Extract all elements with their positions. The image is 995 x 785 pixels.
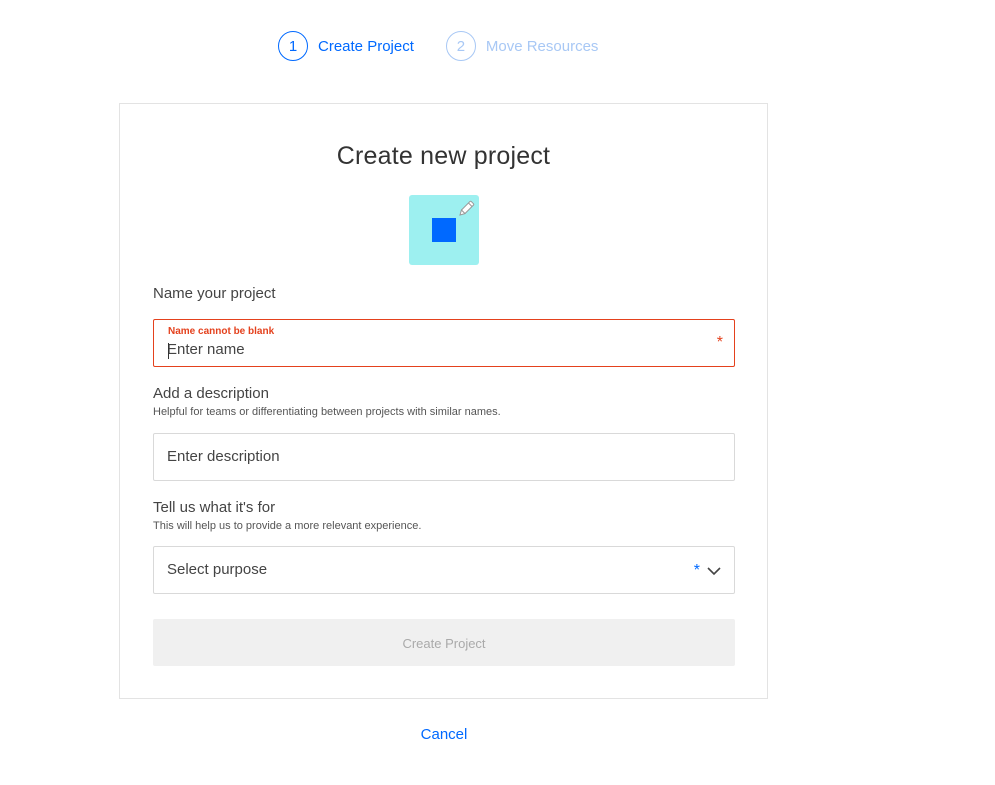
description-field [153, 433, 735, 481]
pencil-icon [459, 200, 475, 216]
text-caret [168, 343, 169, 359]
project-name-field: Name cannot be blank * [153, 319, 735, 367]
step-move-resources[interactable]: 2 Move Resources [445, 31, 599, 61]
purpose-select[interactable]: Select purpose * [153, 546, 735, 594]
create-project-button[interactable]: Create Project [153, 619, 735, 666]
name-error-message: Name cannot be blank [168, 326, 275, 337]
chevron-down-icon [707, 567, 721, 576]
stepper: 1 Create Project 2 Move Resources [278, 31, 598, 61]
purpose-help: This will help us to provide a more rele… [153, 520, 422, 532]
required-indicator: * [693, 562, 700, 579]
create-project-page: 1 Create Project 2 Move Resources Create… [0, 0, 995, 785]
required-indicator: * [716, 334, 723, 351]
step-label: Move Resources [485, 37, 599, 55]
step-number: 1 [278, 31, 308, 61]
name-label: Name your project [153, 285, 276, 302]
create-project-card: Create new project Name your project Nam… [119, 103, 768, 699]
purpose-label: Tell us what it's for [153, 499, 276, 516]
project-square-icon [432, 218, 456, 242]
purpose-selected-value: Select purpose [167, 561, 268, 578]
step-create-project[interactable]: 1 Create Project [278, 31, 414, 61]
description-label: Add a description [153, 385, 269, 402]
page-title: Create new project [336, 142, 551, 170]
step-number: 2 [445, 31, 476, 61]
step-label: Create Project [318, 37, 414, 55]
description-help: Helpful for teams or differentiating bet… [153, 406, 501, 418]
project-icon-picker[interactable] [409, 195, 479, 265]
description-input[interactable] [167, 448, 687, 465]
project-name-input[interactable] [167, 341, 687, 358]
cancel-link[interactable]: Cancel [0, 726, 888, 743]
